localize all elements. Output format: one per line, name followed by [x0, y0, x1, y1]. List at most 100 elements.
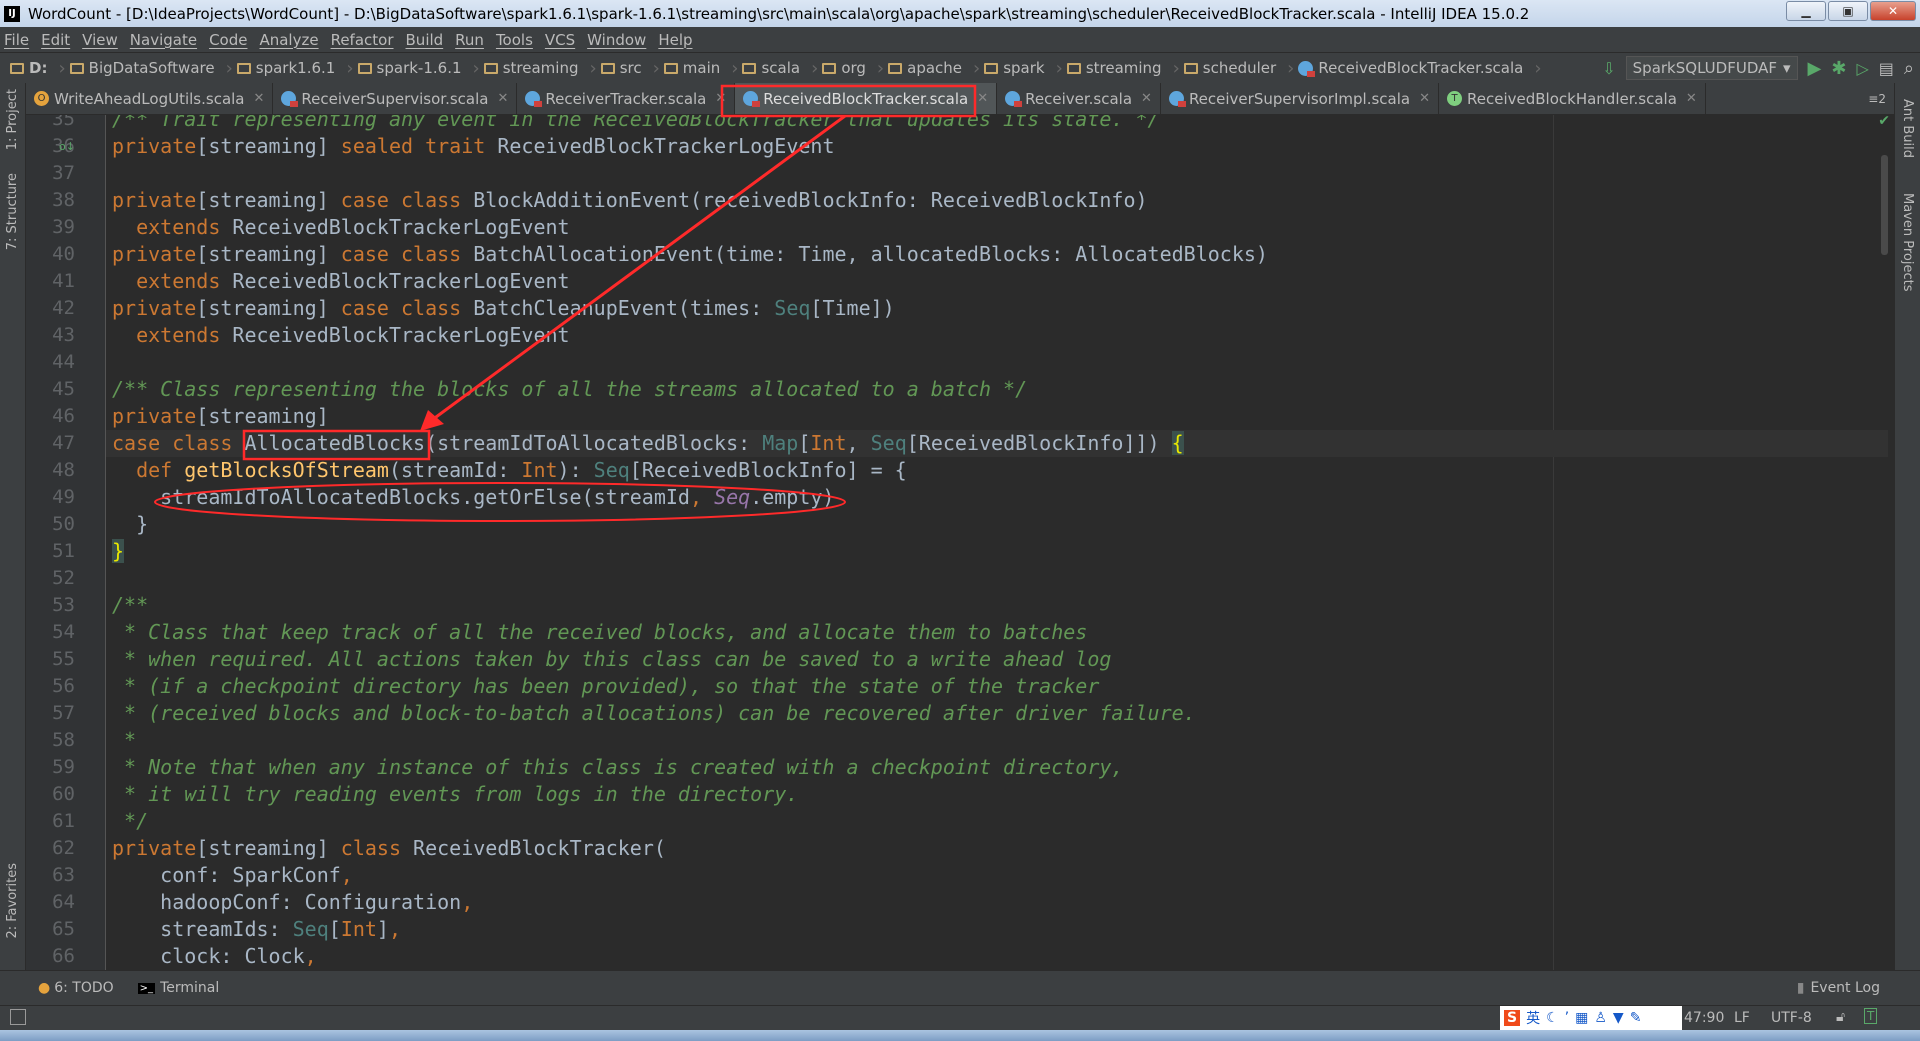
menu-vcs[interactable]: VCS: [545, 31, 575, 49]
tab-receiver[interactable]: Receiver.scala ✕: [997, 83, 1161, 114]
code-line[interactable]: extends ReceivedBlockTrackerLogEvent: [112, 322, 570, 349]
scrollbar[interactable]: [1881, 155, 1888, 255]
close-tab-icon[interactable]: ✕: [1419, 91, 1430, 106]
implemented-icon[interactable]: o↓: [59, 133, 75, 160]
code-line[interactable]: }: [112, 538, 125, 565]
breadcrumb-item[interactable]: apache ›: [888, 58, 980, 79]
menu-build[interactable]: Build: [406, 31, 444, 49]
menu-navigate[interactable]: Navigate: [130, 31, 197, 49]
todo-tool-button[interactable]: 6: TODO: [54, 980, 113, 996]
hector-icon[interactable]: T: [1864, 1008, 1878, 1024]
menu-tools[interactable]: Tools: [496, 31, 533, 49]
code-line[interactable]: * (received blocks and block-to-batch al…: [112, 700, 1196, 727]
breadcrumb-item[interactable]: spark-1.6.1 ›: [357, 58, 480, 79]
search-icon[interactable]: ⌕: [1904, 58, 1914, 79]
file-encoding[interactable]: UTF-8: [1771, 1010, 1812, 1026]
menu-view[interactable]: View: [82, 31, 118, 49]
code-line[interactable]: streamIdToAllocatedBlocks.getOrElse(stre…: [112, 484, 834, 511]
code-line[interactable]: private[streaming] case class BatchClean…: [112, 295, 895, 322]
menu-edit[interactable]: Edit: [41, 31, 70, 49]
close-tab-icon[interactable]: ✕: [977, 91, 988, 106]
breadcrumb-item[interactable]: main ›: [663, 58, 738, 79]
maximize-button[interactable]: ▣: [1828, 1, 1868, 21]
tab-overflow-button[interactable]: ≡2: [1868, 92, 1894, 106]
menu-file[interactable]: File: [4, 31, 29, 49]
breadcrumb-item[interactable]: streaming ›: [483, 58, 597, 79]
tool-project[interactable]: 1: Project: [5, 89, 20, 150]
tool-maven-projects[interactable]: Maven Projects: [1900, 193, 1915, 292]
close-tab-icon[interactable]: ✕: [497, 91, 508, 106]
breadcrumb-item[interactable]: src ›: [600, 58, 660, 79]
close-tab-icon[interactable]: ✕: [715, 91, 726, 106]
code-line[interactable]: private[streaming] case class BatchAlloc…: [112, 241, 1268, 268]
code-line[interactable]: }: [112, 511, 148, 538]
code-line[interactable]: /** Class representing the blocks of all…: [112, 376, 1027, 403]
breadcrumb-item[interactable]: scheduler ›: [1183, 58, 1294, 79]
code-line[interactable]: case class AllocatedBlocks(streamIdToAll…: [106, 430, 1888, 457]
code-line[interactable]: *: [112, 727, 136, 754]
tool-ant-build[interactable]: Ant Build: [1900, 99, 1915, 158]
menu-code[interactable]: Code: [209, 31, 247, 49]
tab-receivedblocktracker[interactable]: ReceivedBlockTracker.scala ✕: [735, 83, 998, 114]
code-line[interactable]: */: [112, 808, 148, 835]
code-line[interactable]: * it will try reading events from logs i…: [112, 781, 798, 808]
menu-help[interactable]: Help: [658, 31, 692, 49]
tab-receivertracker[interactable]: ReceiverTracker.scala ✕: [517, 83, 736, 114]
tab-receiversupervisor[interactable]: ReceiverSupervisor.scala ✕: [273, 83, 518, 114]
code-line[interactable]: /** Trait representing any event in the …: [112, 115, 1160, 133]
breadcrumb-item[interactable]: BigDataSoftware ›: [69, 58, 233, 79]
breadcrumb-item[interactable]: D: ›: [10, 58, 66, 79]
code-line[interactable]: def getBlocksOfStream(streamId: Int): Se…: [112, 457, 907, 484]
tab-writeaheadlogutils[interactable]: O WriteAheadLogUtils.scala ✕: [26, 83, 274, 114]
breadcrumb-item[interactable]: spark ›: [984, 58, 1063, 79]
run-config-dropdown[interactable]: SparkSQLUDFUDAF ▾: [1625, 56, 1798, 80]
code-line[interactable]: hadoopConf: Configuration,: [112, 889, 473, 916]
project-structure-icon[interactable]: ▤: [1879, 59, 1894, 78]
run-icon[interactable]: ▶: [1808, 58, 1822, 79]
menu-analyze[interactable]: Analyze: [259, 31, 318, 49]
menu-window[interactable]: Window: [587, 31, 646, 49]
code-line[interactable]: extends ReceivedBlockTrackerLogEvent: [112, 214, 570, 241]
code-line[interactable]: private[streaming] case class BlockAddit…: [112, 187, 1148, 214]
code-line[interactable]: private[streaming] class ReceivedBlockTr…: [112, 835, 666, 862]
code-line[interactable]: * when required. All actions taken by th…: [112, 646, 1111, 673]
code-line[interactable]: clock: Clock,: [112, 943, 317, 970]
breadcrumb-item[interactable]: spark1.6.1 ›: [236, 58, 354, 79]
code-line[interactable]: private[streaming] sealed trait Received…: [112, 133, 835, 160]
lock-icon[interactable]: 🔓︎: [1836, 1009, 1845, 1025]
ime-toolbar[interactable]: S 英 ☾ ’ ▦ ♙ ▼ ✎: [1500, 1006, 1682, 1030]
code-line[interactable]: private[streaming]: [112, 403, 329, 430]
code-editor[interactable]: 35 36 37 38 39 40 41 42 43 44 45 46 47 48 49 50 51 52 53 54…: [26, 115, 1894, 970]
breadcrumb-item[interactable]: streaming ›: [1066, 58, 1180, 79]
toggle-tool-windows-icon[interactable]: [10, 1009, 26, 1025]
caret-position[interactable]: 47:90: [1684, 1010, 1724, 1026]
close-tab-icon[interactable]: ✕: [254, 91, 265, 106]
close-tab-icon[interactable]: ✕: [1686, 91, 1697, 106]
code-line[interactable]: conf: SparkConf,: [112, 862, 353, 889]
breadcrumb-item[interactable]: ReceivedBlockTracker.scala ›: [1298, 58, 1542, 79]
code-line[interactable]: * Note that when any instance of this cl…: [112, 754, 1123, 781]
tool-structure[interactable]: 7: Structure: [5, 173, 20, 250]
code-line[interactable]: extends ReceivedBlockTrackerLogEvent: [112, 268, 570, 295]
terminal-tool-button[interactable]: Terminal: [160, 980, 219, 996]
vcs-update-icon[interactable]: ⇩: [1602, 59, 1615, 78]
event-log-button[interactable]: Event Log: [1810, 980, 1880, 996]
code-line[interactable]: * (if a checkpoint directory has been pr…: [112, 673, 1099, 700]
code-line[interactable]: /**: [112, 592, 148, 619]
code-line[interactable]: * Class that keep track of all the recei…: [112, 619, 1087, 646]
tool-favorites[interactable]: 2: Favorites: [5, 863, 20, 939]
breadcrumb-item[interactable]: org ›: [822, 58, 884, 79]
tab-receiversupervisorimpl[interactable]: ReceiverSupervisorImpl.scala ✕: [1161, 83, 1439, 114]
minimize-button[interactable]: ▁: [1786, 1, 1826, 21]
close-button[interactable]: ✕: [1870, 1, 1916, 21]
code-token: }: [112, 512, 149, 536]
debug-icon[interactable]: ✱: [1831, 58, 1846, 79]
breadcrumb-item[interactable]: scala ›: [742, 58, 818, 79]
coverage-icon[interactable]: ▷: [1856, 59, 1868, 78]
tab-receivedblockhandler[interactable]: T ReceivedBlockHandler.scala ✕: [1439, 83, 1706, 114]
menu-run[interactable]: Run: [455, 31, 484, 49]
code-line[interactable]: streamIds: Seq[Int],: [112, 916, 401, 943]
menu-refactor[interactable]: Refactor: [331, 31, 394, 49]
line-separator[interactable]: LF: [1734, 1010, 1750, 1026]
close-tab-icon[interactable]: ✕: [1141, 91, 1152, 106]
